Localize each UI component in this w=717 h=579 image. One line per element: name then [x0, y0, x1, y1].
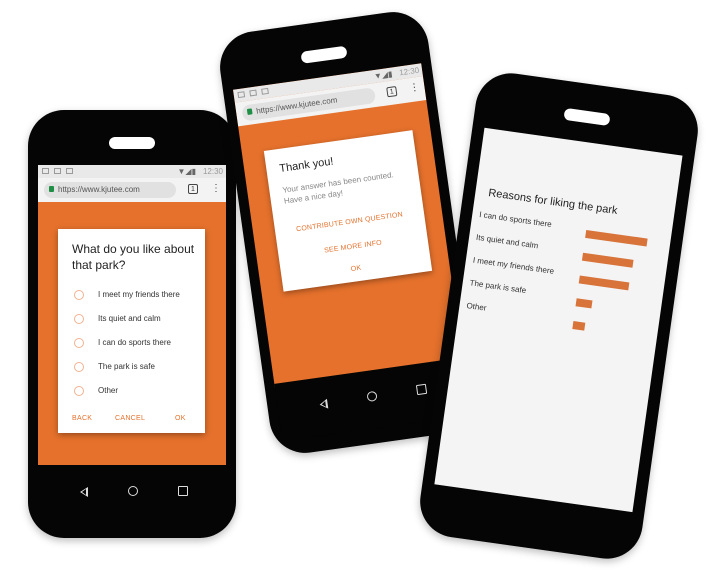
- tab-switcher-button[interactable]: 1: [188, 184, 198, 194]
- signal-icon: ▼◢▮: [373, 69, 393, 81]
- status-clock: 12:30: [398, 65, 420, 78]
- notification-icon: [66, 168, 73, 174]
- notification-icon: [261, 87, 269, 95]
- chart-bar: [585, 229, 648, 247]
- phone-results: Reasons for liking the park I can do spo…: [415, 68, 703, 564]
- tab-switcher-button[interactable]: 1: [386, 86, 398, 98]
- back-button[interactable]: BACK: [72, 415, 92, 422]
- chart-title: Reasons for liking the park: [487, 187, 619, 218]
- notification-icon: [42, 168, 49, 174]
- option-label: Its quiet and calm: [98, 314, 161, 323]
- notification-icon: [54, 168, 61, 174]
- dialog-title: Thank you!: [278, 155, 335, 175]
- more-options-icon[interactable]: ⋮: [409, 82, 421, 95]
- lock-icon: [246, 108, 253, 115]
- contribute-question-button[interactable]: CONTRIBUTE OWN QUESTION: [275, 208, 425, 236]
- radio-button[interactable]: [74, 338, 84, 348]
- chart-bar: [572, 321, 586, 331]
- cancel-button[interactable]: CANCEL: [115, 415, 145, 422]
- results-screen: Reasons for liking the park I can do spo…: [434, 127, 683, 513]
- notification-icon: [237, 91, 246, 99]
- dialog-message: Your answer has been counted. Have a nic…: [281, 170, 395, 206]
- ok-button[interactable]: OK: [281, 255, 431, 283]
- android-nav-bar: [38, 465, 226, 523]
- option-label: Other: [98, 386, 119, 395]
- chart-category-label: I meet my friends there: [472, 255, 555, 276]
- radio-button[interactable]: [74, 386, 84, 396]
- chart-category-label: Other: [465, 301, 488, 313]
- chart-bar: [578, 275, 630, 291]
- recents-nav-icon[interactable]: [178, 486, 188, 496]
- see-more-info-button[interactable]: SEE MORE INFO: [278, 233, 428, 261]
- url-text: https://www.kjutee.com: [255, 95, 338, 116]
- phone-speaker: [109, 137, 155, 149]
- option-label: The park is safe: [98, 362, 155, 371]
- phone-survey: ▼◢▮ 12:30 https://www.kjutee.com 1 ⋮ Wha…: [28, 110, 236, 538]
- ok-button[interactable]: OK: [175, 415, 186, 422]
- option-label: I meet my friends there: [98, 290, 180, 299]
- chart-category-label: The park is safe: [469, 278, 527, 296]
- radio-button[interactable]: [74, 290, 84, 300]
- chart-category-label: I can do sports there: [478, 209, 553, 230]
- back-nav-icon[interactable]: [80, 487, 88, 497]
- survey-screen: ▼◢▮ 12:30 https://www.kjutee.com 1 ⋮ Wha…: [38, 165, 226, 465]
- status-bar: ▼◢▮ 12:30: [38, 165, 226, 178]
- radio-button[interactable]: [74, 362, 84, 372]
- notification-icon: [249, 89, 258, 97]
- chart-bar: [581, 252, 634, 268]
- thank-you-screen: ▼◢▮ 12:30 https://www.kjutee.com 1 ⋮ Tha…: [233, 63, 463, 387]
- home-nav-icon[interactable]: [366, 390, 378, 403]
- phone-speaker: [563, 107, 611, 127]
- home-nav-icon[interactable]: [128, 486, 138, 496]
- option-label: I can do sports there: [98, 338, 171, 347]
- status-clock: 12:30: [202, 167, 223, 176]
- url-text: https://www.kjutee.com: [58, 185, 140, 194]
- more-options-icon[interactable]: ⋮: [211, 183, 221, 195]
- chart-category-label: Its quiet and calm: [475, 232, 539, 251]
- phone-speaker: [300, 45, 348, 64]
- app-showcase: ▼◢▮ 12:30 https://www.kjutee.com 1 ⋮ Wha…: [0, 0, 717, 579]
- browser-url-bar: https://www.kjutee.com 1 ⋮: [38, 178, 226, 202]
- bar-chart: I can do sports there Its quiet and calm I…: [466, 128, 682, 331]
- back-nav-icon[interactable]: [318, 398, 329, 410]
- thank-you-dialog: Thank you! Your answer has been counted.…: [263, 130, 433, 292]
- lock-icon: [49, 186, 54, 192]
- signal-icon: ▼◢▮: [177, 167, 196, 176]
- question-title: What do you like about that park?: [72, 242, 195, 272]
- url-field[interactable]: https://www.kjutee.com: [44, 182, 176, 198]
- recents-nav-icon[interactable]: [415, 383, 428, 396]
- chart-bar: [575, 298, 593, 309]
- survey-dialog: What do you like about that park? I meet…: [58, 229, 205, 433]
- radio-button[interactable]: [74, 314, 84, 324]
